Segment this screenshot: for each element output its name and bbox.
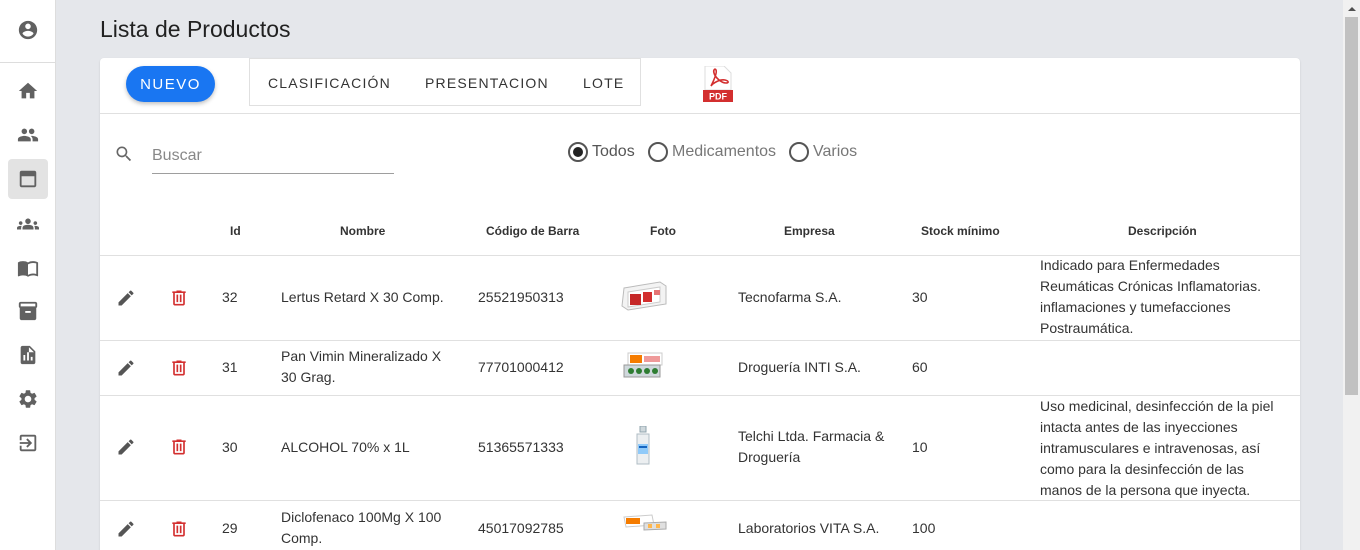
column-header-id[interactable]: Id <box>230 224 241 238</box>
users-icon[interactable] <box>8 115 48 155</box>
cell-nombre: Lertus Retard X 30 Comp. <box>281 289 444 305</box>
pdf-icon-label: PDF <box>709 92 728 102</box>
groups-icon[interactable] <box>8 204 48 244</box>
home-icon[interactable] <box>8 71 48 111</box>
cell-stock: 60 <box>912 359 928 375</box>
cell-descripcion: Indicado para Enfermedades Reumáticas Cr… <box>1040 257 1261 336</box>
table-row: 31 Pan Vimin Mineralizado X 30 Grag. 777… <box>100 341 1300 396</box>
column-header-foto[interactable]: Foto <box>650 224 676 238</box>
column-header-descripcion[interactable]: Descripción <box>1128 224 1197 238</box>
edit-icon[interactable] <box>116 288 136 308</box>
product-photo <box>636 426 650 465</box>
column-header-nombre[interactable]: Nombre <box>340 224 385 238</box>
column-header-codigo[interactable]: Código de Barra <box>486 224 579 238</box>
filter-medicamentos-radio[interactable]: Medicamentos <box>648 142 776 162</box>
delete-icon[interactable] <box>169 358 189 378</box>
cell-descripcion: Uso medicinal, desinfección de la piel i… <box>1040 398 1274 498</box>
tab-presentacion[interactable]: PRESENTACION <box>425 75 549 91</box>
logout-icon[interactable] <box>8 423 48 463</box>
edit-icon[interactable] <box>116 437 136 457</box>
account-circle-icon[interactable] <box>8 10 48 50</box>
radio-circle <box>648 142 668 162</box>
gear-icon[interactable] <box>8 379 48 419</box>
product-box-icon[interactable] <box>8 159 48 199</box>
sidebar-divider <box>0 62 56 63</box>
report-icon[interactable] <box>8 335 48 375</box>
search-input[interactable] <box>152 138 394 174</box>
edit-icon[interactable] <box>116 358 136 378</box>
cell-codigo: 25521950313 <box>478 289 564 305</box>
cell-empresa: Telchi Ltda. Farmacia & Droguería <box>738 428 885 465</box>
cell-stock: 10 <box>912 439 928 455</box>
cell-nombre: Diclofenaco 100Mg X 100 Comp. <box>281 509 442 546</box>
column-header-stock[interactable]: Stock mínimo <box>921 224 1000 238</box>
filter-varios-radio[interactable]: Varios <box>789 142 857 162</box>
cell-codigo: 51365571333 <box>478 439 564 455</box>
cell-id: 32 <box>222 289 238 305</box>
filter-todos-label: Todos <box>592 143 635 160</box>
table-row: 30 ALCOHOL 70% x 1L 51365571333 Telchi L… <box>100 396 1300 501</box>
cell-stock: 30 <box>912 289 928 305</box>
delete-icon[interactable] <box>169 519 189 539</box>
cell-codigo: 45017092785 <box>478 520 564 536</box>
cell-empresa: Droguería INTI S.A. <box>738 359 861 375</box>
table-row: 29 Diclofenaco 100Mg X 100 Comp. 4501709… <box>100 501 1300 550</box>
scrollbar-thumb[interactable] <box>1345 17 1358 395</box>
cell-id: 30 <box>222 439 238 455</box>
tab-clasificacion[interactable]: CLASIFICACIÓN <box>268 75 391 91</box>
cell-id: 29 <box>222 520 238 536</box>
archive-icon[interactable] <box>8 291 48 331</box>
scroll-up-arrow-icon[interactable] <box>1343 0 1360 17</box>
cell-empresa: Laboratorios VITA S.A. <box>738 520 880 536</box>
cell-empresa: Tecnofarma S.A. <box>738 289 842 305</box>
cell-nombre: ALCOHOL 70% x 1L <box>281 439 410 455</box>
filter-medicamentos-label: Medicamentos <box>672 143 777 160</box>
book-icon[interactable] <box>8 248 48 288</box>
toolbar: NUEVO CLASIFICACIÓN PRESENTACION LOTE PD… <box>100 58 1300 114</box>
filter-todos-radio[interactable]: Todos <box>568 142 635 162</box>
product-photo <box>623 514 667 531</box>
cell-codigo: 77701000412 <box>478 359 564 375</box>
tab-group: CLASIFICACIÓN PRESENTACION LOTE <box>249 58 641 106</box>
edit-icon[interactable] <box>116 519 136 539</box>
page-title: Lista de Productos <box>100 16 291 42</box>
search-icon <box>116 146 132 162</box>
radio-circle <box>568 142 588 162</box>
delete-icon[interactable] <box>169 288 189 308</box>
cell-stock: 100 <box>912 520 936 536</box>
pdf-export-icon[interactable]: PDF <box>703 65 733 102</box>
tab-lote[interactable]: LOTE <box>583 75 624 91</box>
radio-circle <box>789 142 809 162</box>
cell-nombre: Pan Vimin Mineralizado X 30 Grag. <box>281 348 442 385</box>
products-card: NUEVO CLASIFICACIÓN PRESENTACION LOTE PD… <box>100 58 1300 550</box>
delete-icon[interactable] <box>169 437 189 457</box>
filter-varios-label: Varios <box>813 143 858 160</box>
product-photo <box>623 352 663 378</box>
cell-id: 31 <box>222 359 238 375</box>
table-row: 32 Lertus Retard X 30 Comp. 25521950313 … <box>100 256 1300 341</box>
product-photo <box>621 281 667 311</box>
sidebar <box>0 0 56 550</box>
column-header-empresa[interactable]: Empresa <box>784 224 835 238</box>
new-product-button[interactable]: NUEVO <box>126 66 215 102</box>
